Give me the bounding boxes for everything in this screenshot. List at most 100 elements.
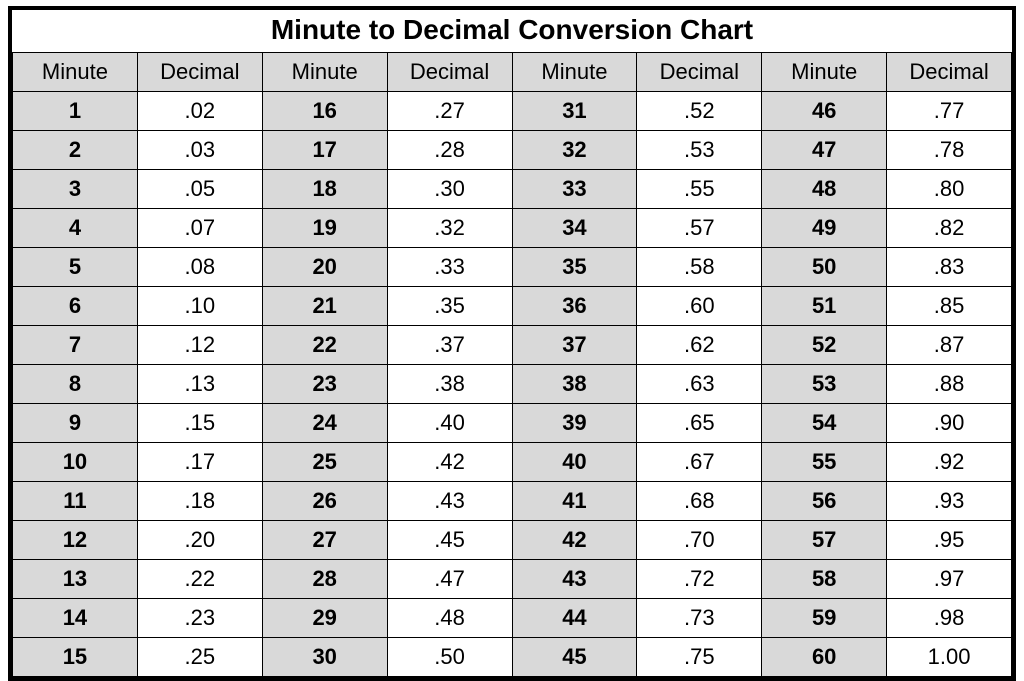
decimal-cell: .83: [887, 248, 1012, 287]
minute-cell: 45: [512, 638, 637, 677]
decimal-cell: .80: [887, 170, 1012, 209]
decimal-cell: .02: [137, 92, 262, 131]
minute-cell: 3: [13, 170, 138, 209]
decimal-cell: .42: [387, 443, 512, 482]
decimal-cell: .63: [637, 365, 762, 404]
minute-cell: 42: [512, 521, 637, 560]
header-decimal: Decimal: [887, 53, 1012, 92]
table-row: 5.0820.3335.5850.83: [13, 248, 1012, 287]
minute-cell: 37: [512, 326, 637, 365]
minute-cell: 9: [13, 404, 138, 443]
decimal-cell: .35: [387, 287, 512, 326]
decimal-cell: .67: [637, 443, 762, 482]
table-row: 10.1725.4240.6755.92: [13, 443, 1012, 482]
minute-cell: 2: [13, 131, 138, 170]
minute-cell: 36: [512, 287, 637, 326]
decimal-cell: .32: [387, 209, 512, 248]
minute-cell: 31: [512, 92, 637, 131]
minute-cell: 47: [762, 131, 887, 170]
table-row: 13.2228.4743.7258.97: [13, 560, 1012, 599]
minute-cell: 32: [512, 131, 637, 170]
decimal-cell: .38: [387, 365, 512, 404]
decimal-cell: .77: [887, 92, 1012, 131]
minute-cell: 34: [512, 209, 637, 248]
decimal-cell: .75: [637, 638, 762, 677]
table-row: 15.2530.5045.75601.00: [13, 638, 1012, 677]
minute-cell: 24: [262, 404, 387, 443]
minute-cell: 10: [13, 443, 138, 482]
decimal-cell: .73: [637, 599, 762, 638]
decimal-cell: .68: [637, 482, 762, 521]
minute-cell: 35: [512, 248, 637, 287]
decimal-cell: .28: [387, 131, 512, 170]
decimal-cell: .27: [387, 92, 512, 131]
minute-cell: 48: [762, 170, 887, 209]
decimal-cell: .82: [887, 209, 1012, 248]
decimal-cell: .87: [887, 326, 1012, 365]
minute-cell: 52: [762, 326, 887, 365]
minute-cell: 7: [13, 326, 138, 365]
decimal-cell: .70: [637, 521, 762, 560]
minute-cell: 55: [762, 443, 887, 482]
decimal-cell: .72: [637, 560, 762, 599]
table-row: 6.1021.3536.6051.85: [13, 287, 1012, 326]
table-row: 14.2329.4844.7359.98: [13, 599, 1012, 638]
decimal-cell: .15: [137, 404, 262, 443]
table-body: 1.0216.2731.5246.772.0317.2832.5347.783.…: [13, 92, 1012, 677]
minute-cell: 39: [512, 404, 637, 443]
table-header: Minute Decimal Minute Decimal Minute Dec…: [13, 53, 1012, 92]
minute-cell: 49: [762, 209, 887, 248]
decimal-cell: .23: [137, 599, 262, 638]
table-row: 11.1826.4341.6856.93: [13, 482, 1012, 521]
decimal-cell: .33: [387, 248, 512, 287]
minute-cell: 53: [762, 365, 887, 404]
decimal-cell: .03: [137, 131, 262, 170]
decimal-cell: .98: [887, 599, 1012, 638]
chart-title: Minute to Decimal Conversion Chart: [12, 10, 1012, 52]
decimal-cell: .55: [637, 170, 762, 209]
decimal-cell: .78: [887, 131, 1012, 170]
header-decimal: Decimal: [637, 53, 762, 92]
minute-cell: 28: [262, 560, 387, 599]
decimal-cell: .30: [387, 170, 512, 209]
header-minute: Minute: [13, 53, 138, 92]
decimal-cell: .43: [387, 482, 512, 521]
minute-cell: 8: [13, 365, 138, 404]
decimal-cell: .88: [887, 365, 1012, 404]
decimal-cell: .52: [637, 92, 762, 131]
minute-cell: 1: [13, 92, 138, 131]
minute-cell: 27: [262, 521, 387, 560]
header-decimal: Decimal: [137, 53, 262, 92]
minute-cell: 38: [512, 365, 637, 404]
table-row: 3.0518.3033.5548.80: [13, 170, 1012, 209]
decimal-cell: .20: [137, 521, 262, 560]
conversion-table: Minute to Decimal Conversion Chart Minut…: [12, 10, 1012, 677]
table-row: 9.1524.4039.6554.90: [13, 404, 1012, 443]
decimal-cell: .40: [387, 404, 512, 443]
decimal-cell: .65: [637, 404, 762, 443]
header-minute: Minute: [512, 53, 637, 92]
minute-cell: 25: [262, 443, 387, 482]
table-row: 4.0719.3234.5749.82: [13, 209, 1012, 248]
minute-cell: 5: [13, 248, 138, 287]
header-minute: Minute: [262, 53, 387, 92]
minute-cell: 60: [762, 638, 887, 677]
table-row: 7.1222.3737.6252.87: [13, 326, 1012, 365]
minute-cell: 12: [13, 521, 138, 560]
decimal-cell: .58: [637, 248, 762, 287]
decimal-cell: .17: [137, 443, 262, 482]
minute-cell: 33: [512, 170, 637, 209]
decimal-cell: .53: [637, 131, 762, 170]
decimal-cell: .13: [137, 365, 262, 404]
minute-cell: 21: [262, 287, 387, 326]
decimal-cell: .45: [387, 521, 512, 560]
minute-cell: 22: [262, 326, 387, 365]
minute-cell: 13: [13, 560, 138, 599]
minute-cell: 44: [512, 599, 637, 638]
decimal-cell: .50: [387, 638, 512, 677]
table-row: 2.0317.2832.5347.78: [13, 131, 1012, 170]
minute-cell: 26: [262, 482, 387, 521]
minute-cell: 30: [262, 638, 387, 677]
decimal-cell: .12: [137, 326, 262, 365]
minute-cell: 43: [512, 560, 637, 599]
